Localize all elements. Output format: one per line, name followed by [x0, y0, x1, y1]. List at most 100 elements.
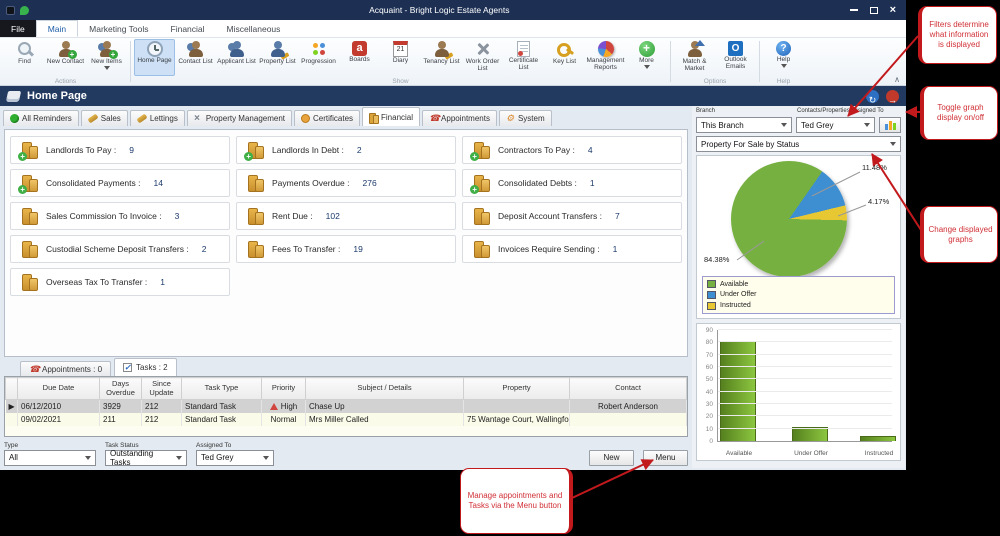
tab-main[interactable]: Main [36, 20, 78, 37]
tools-icon [194, 114, 203, 123]
task-status-filter-select[interactable]: Outstanding Tasks [105, 450, 187, 466]
ribbon-button-new-items[interactable]: New Items [86, 39, 127, 76]
tile-deposit-account-transfers[interactable]: Deposit Account Transfers :7 [462, 202, 682, 230]
tile-invoices-require-sending[interactable]: Invoices Require Sending :1 [462, 235, 682, 263]
ribbon-separator [670, 41, 671, 82]
ribbon-button-progression[interactable]: Progression [298, 39, 339, 76]
legend-swatch-available [707, 280, 716, 288]
collapse-ribbon-icon[interactable]: ∧ [894, 75, 900, 84]
ribbon-button-find[interactable]: Find [4, 39, 45, 76]
ribbon-button-property-list[interactable]: Property List [257, 39, 298, 76]
ribbon-button-diary[interactable]: Diary [380, 39, 421, 76]
row-selector-header [6, 378, 18, 400]
checkbox-icon [123, 363, 132, 372]
ribbon-button-applicant-list[interactable]: Applicant List [216, 39, 257, 76]
tile-sales-commission-to-invoice[interactable]: Sales Commission To Invoice :3 [10, 202, 230, 230]
new-button[interactable]: New [589, 450, 634, 466]
work-order-icon [473, 41, 493, 58]
tab-lettings[interactable]: Lettings [130, 110, 185, 126]
ribbon-button-certificate-list[interactable]: Certificate List [503, 39, 544, 76]
assigned-to-filter-select[interactable]: Ted Grey [196, 450, 274, 466]
coins-icon [246, 208, 263, 225]
tab-miscellaneous[interactable]: Miscellaneous [216, 20, 292, 37]
tile-consolidated-debts[interactable]: Consolidated Debts :1 [462, 169, 682, 197]
column-header-property[interactable]: Property [464, 378, 570, 400]
ribbon-button-home-page[interactable]: Home Page [134, 39, 175, 76]
legend-item: Instructed [707, 302, 890, 310]
x-axis-label: Instructed [849, 450, 909, 457]
column-header-contact[interactable]: Contact [570, 378, 687, 400]
tab-financial[interactable]: Financial [362, 107, 420, 126]
coins-icon [20, 208, 37, 225]
menu-button[interactable]: Menu [643, 450, 688, 466]
ribbon-button-work-order-list[interactable]: Work Order List [462, 39, 503, 76]
outlook-icon [728, 41, 743, 56]
refresh-icon[interactable] [866, 90, 879, 103]
ribbon-button-outlook-emails[interactable]: Outlook Emails [715, 39, 756, 76]
branch-filter-select[interactable]: This Branch [696, 117, 792, 133]
tasks-filter-row: Type All Task Status Outstanding Tasks A… [4, 442, 688, 466]
tab-appointments-list[interactable]: Appointments : 0 [20, 361, 111, 376]
ribbon-button-management-reports[interactable]: Management Reports [585, 39, 626, 76]
group-label-help: Help [761, 78, 806, 85]
tab-all-reminders[interactable]: All Reminders [3, 110, 79, 126]
ribbon-button-help[interactable]: Help [763, 39, 804, 76]
tab-tasks-list[interactable]: Tasks : 2 [114, 358, 177, 376]
tile-landlords-in-debt[interactable]: Landlords In Debt :2 [236, 136, 456, 164]
close-icon[interactable]: × [890, 5, 896, 15]
graph-selector[interactable]: Property For Sale by Status [696, 136, 901, 152]
restore-icon[interactable] [870, 7, 878, 14]
exit-icon[interactable] [886, 90, 899, 103]
ribbon-button-match-market[interactable]: Match & Market [674, 39, 715, 76]
assigned-filter-select[interactable]: Ted Grey [796, 117, 875, 133]
tile-payments-overdue[interactable]: Payments Overdue :276 [236, 169, 456, 197]
table-row[interactable]: ▶ 06/12/2010 3929 212 Standard Task High… [6, 400, 687, 413]
tab-system[interactable]: System [499, 110, 552, 126]
tile-fees-to-transfer[interactable]: Fees To Transfer :19 [236, 235, 456, 263]
ribbon-button-more[interactable]: More [626, 39, 667, 76]
tile-custodial-scheme-deposit-transfers[interactable]: Custodial Scheme Deposit Transfers :2 [10, 235, 230, 263]
coins-plus-icon [246, 142, 263, 159]
ribbon-button-contact-list[interactable]: Contact List [175, 39, 216, 76]
tab-appointments[interactable]: Appointments [422, 110, 497, 126]
ribbon-button-new-contact[interactable]: New Contact [45, 39, 86, 76]
table-row[interactable]: 09/02/2021 211 212 Standard Task Normal … [6, 413, 687, 426]
ribbon-button-boards[interactable]: Boards [339, 39, 380, 76]
tasks-table: Due Date Days Overdue Since Update Task … [4, 376, 688, 437]
tab-certificates[interactable]: Certificates [294, 110, 360, 126]
table-empty-area [5, 426, 687, 436]
toggle-graph-button[interactable] [879, 117, 901, 133]
tab-marketing-tools[interactable]: Marketing Tools [78, 20, 159, 37]
tile-column-2: Landlords In Debt :2 Payments Overdue :2… [236, 136, 456, 350]
coins-plus-icon [472, 142, 489, 159]
minimize-icon[interactable] [850, 9, 858, 11]
tab-financial[interactable]: Financial [160, 20, 216, 37]
tile-landlords-to-pay[interactable]: Landlords To Pay :9 [10, 136, 230, 164]
ribbon-button-key-list[interactable]: Key List [544, 39, 585, 76]
tile-rent-due[interactable]: Rent Due :102 [236, 202, 456, 230]
column-header-since-update[interactable]: Since Update [142, 378, 182, 400]
column-header-priority[interactable]: Priority [262, 378, 306, 400]
tile-consolidated-payments[interactable]: Consolidated Payments :14 [10, 169, 230, 197]
tile-contractors-to-pay[interactable]: Contractors To Pay :4 [462, 136, 682, 164]
progression-icon [309, 41, 329, 58]
chevron-down-icon [644, 65, 650, 69]
tile-overseas-tax-to-transfer[interactable]: Overseas Tax To Transfer :1 [10, 268, 230, 296]
pie-label-instructed: 4.17% [868, 197, 889, 206]
boards-icon [352, 41, 367, 56]
annotation-toggle-graph: Toggle graph display on/off [920, 86, 998, 140]
tab-file[interactable]: File [0, 20, 36, 37]
type-filter-select[interactable]: All [4, 450, 96, 466]
mini-bar-chart-icon [885, 124, 888, 130]
ribbon-button-tenancy-list[interactable]: Tenancy List [421, 39, 462, 76]
tab-sales[interactable]: Sales [81, 110, 128, 126]
column-header-subject-details[interactable]: Subject / Details [306, 378, 464, 400]
column-header-days-overdue[interactable]: Days Overdue [100, 378, 142, 400]
home-page-icon [147, 41, 163, 57]
applicants-icon [227, 41, 247, 58]
legend-item: Available [707, 280, 890, 288]
column-header-task-type[interactable]: Task Type [182, 378, 262, 400]
coins-icon [20, 241, 37, 258]
column-header-due-date[interactable]: Due Date [18, 378, 100, 400]
tab-property-management[interactable]: Property Management [187, 110, 292, 126]
